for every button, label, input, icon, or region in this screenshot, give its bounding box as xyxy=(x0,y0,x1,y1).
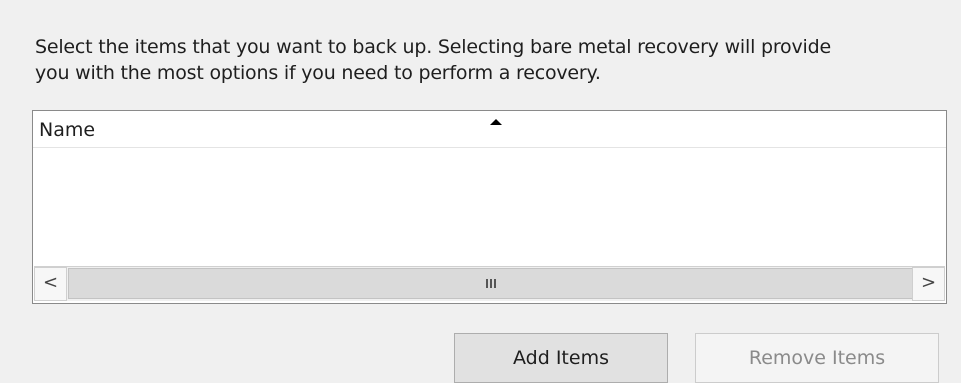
add-items-button[interactable]: Add Items xyxy=(454,333,668,383)
column-header-name[interactable]: Name xyxy=(33,111,946,148)
items-list[interactable]: Name < > xyxy=(32,110,947,304)
instructions-text: Select the items that you want to back u… xyxy=(35,34,945,86)
scrollbar-grip-icon xyxy=(485,279,497,288)
column-header-label: Name xyxy=(39,119,96,141)
sort-ascending-icon xyxy=(490,119,502,125)
instructions-line-2: you with the most options if you need to… xyxy=(35,62,601,84)
scroll-left-button[interactable]: < xyxy=(34,267,67,301)
scrollbar-thumb[interactable] xyxy=(68,268,915,299)
horizontal-scrollbar[interactable]: < > xyxy=(34,266,945,301)
scroll-right-button[interactable]: > xyxy=(912,267,945,301)
remove-items-button[interactable]: Remove Items xyxy=(695,333,939,383)
instructions-line-1: Select the items that you want to back u… xyxy=(35,36,831,58)
